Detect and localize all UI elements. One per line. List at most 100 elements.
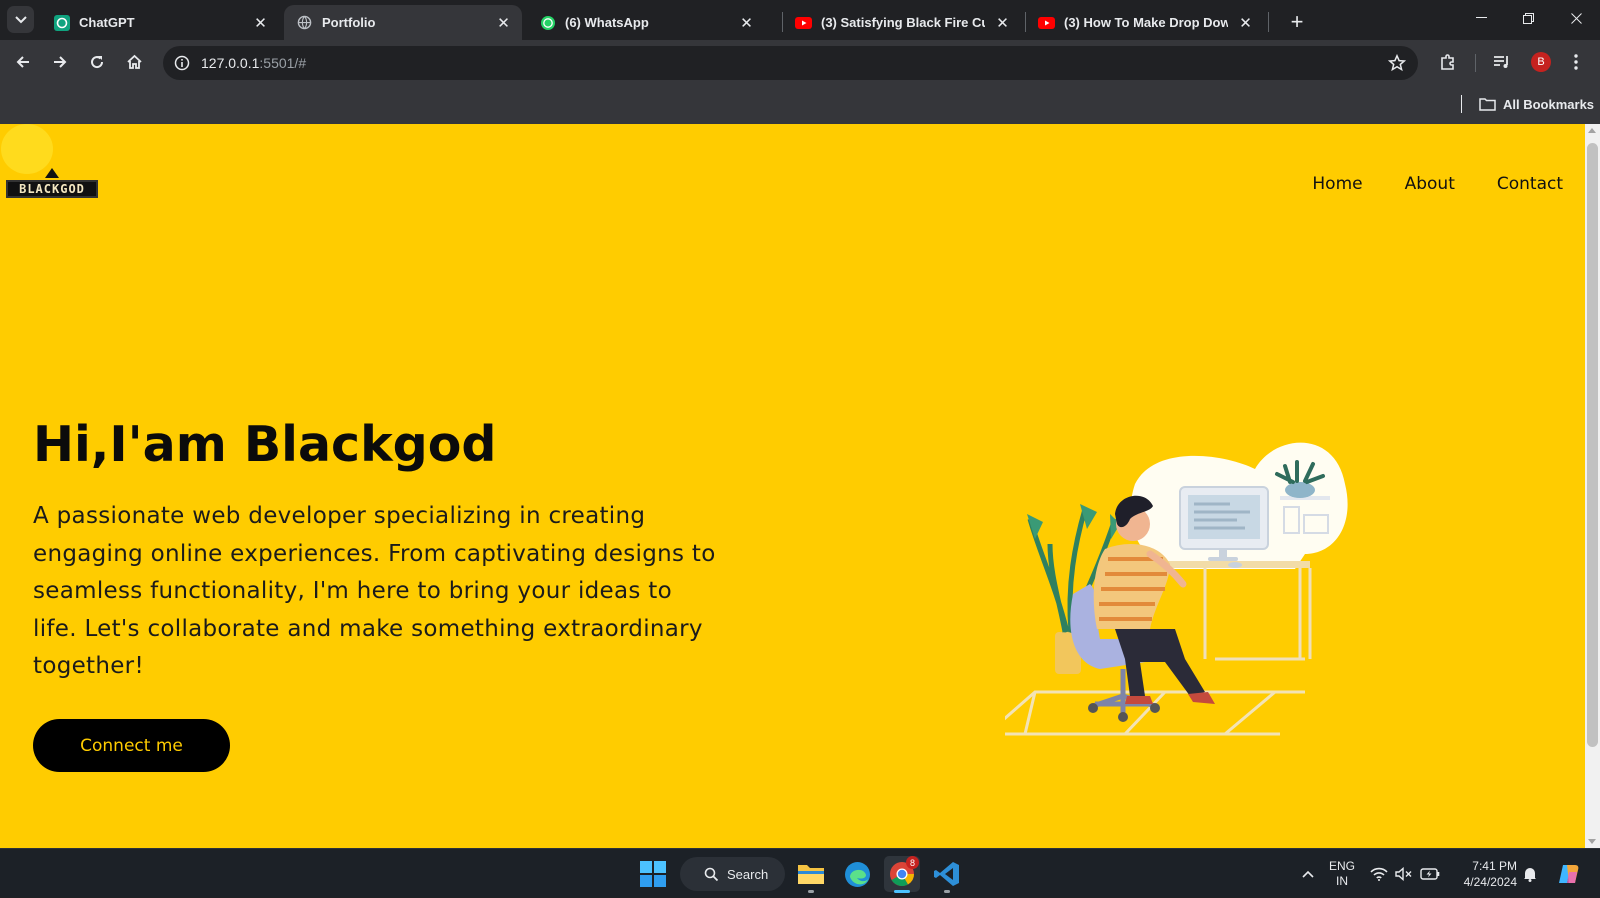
- bell-icon: [1524, 867, 1536, 882]
- close-window-button[interactable]: [1553, 0, 1599, 36]
- volume-muted-icon: [1395, 866, 1412, 881]
- bookmarks-bar: All Bookmarks: [0, 85, 1600, 124]
- show-hidden-icons-button[interactable]: [1296, 849, 1320, 898]
- minimize-button[interactable]: [1458, 0, 1504, 36]
- tab-whatsapp[interactable]: (6) WhatsApp ✕: [527, 5, 765, 40]
- tab-youtube-fire-cursor[interactable]: (3) Satisfying Black Fire Cursor ✕: [783, 5, 1021, 40]
- cursor-glow: [1, 124, 53, 174]
- restore-icon: [1522, 12, 1534, 24]
- tab-title: ChatGPT: [79, 15, 135, 30]
- reload-icon: [91, 56, 104, 69]
- start-button[interactable]: [635, 856, 671, 892]
- vertical-scrollbar[interactable]: [1585, 124, 1600, 848]
- language-indicator[interactable]: ENG IN: [1327, 859, 1357, 889]
- taskbar-edge[interactable]: [839, 856, 875, 892]
- youtube-icon: [1038, 14, 1055, 31]
- arrow-left-icon: [16, 56, 29, 68]
- taskbar-clock[interactable]: 7:41 PM 4/24/2024: [1447, 858, 1517, 890]
- restore-button[interactable]: [1505, 0, 1551, 36]
- running-indicator: [944, 890, 950, 893]
- site-logo[interactable]: BLACKGOD: [6, 168, 98, 198]
- forward-button[interactable]: [44, 46, 76, 78]
- bookmark-star-icon[interactable]: [1386, 52, 1408, 74]
- address-bar[interactable]: 127.0.0.1:5501/#: [163, 46, 1418, 80]
- bookmarks-divider: [1461, 95, 1462, 113]
- logo-text: BLACKGOD: [19, 182, 85, 196]
- windows-taskbar: Search 8 ENG IN 7:41 PM 4/24/2024: [0, 848, 1600, 897]
- clock-date: 4/24/2024: [1463, 875, 1517, 889]
- tab-portfolio[interactable]: Portfolio ✕: [284, 5, 522, 40]
- notifications-button[interactable]: [1519, 849, 1541, 898]
- developer-illustration: [1005, 442, 1348, 736]
- tab-strip: ChatGPT ✕ Portfolio ✕ (6) WhatsApp ✕ (3)…: [0, 0, 1600, 40]
- scrollbar-thumb[interactable]: [1587, 143, 1598, 747]
- new-tab-button[interactable]: +: [1283, 8, 1311, 36]
- taskbar-vscode[interactable]: [929, 856, 965, 893]
- copilot-button[interactable]: [1554, 849, 1584, 898]
- vscode-icon: [934, 862, 959, 886]
- puzzle-icon: [1441, 54, 1454, 70]
- clock-time: 7:41 PM: [1472, 859, 1517, 873]
- home-icon: [126, 54, 142, 69]
- volume-button[interactable]: [1392, 849, 1416, 898]
- folder-icon: [1479, 98, 1496, 111]
- whatsapp-icon: [539, 14, 556, 31]
- close-icon[interactable]: ✕: [1237, 14, 1254, 32]
- scroll-up-arrow-icon[interactable]: [1588, 128, 1596, 133]
- hero-title: Hi,I'am Blackgod: [33, 416, 497, 473]
- close-icon[interactable]: ✕: [495, 14, 512, 32]
- taskbar-search-label: Search: [727, 866, 769, 882]
- nav-home-link[interactable]: Home: [1312, 174, 1362, 194]
- all-bookmarks-label: All Bookmarks: [1503, 96, 1595, 112]
- arrow-right-icon: [54, 56, 67, 68]
- taskbar-chrome[interactable]: 8: [884, 856, 920, 893]
- scroll-down-arrow-icon[interactable]: [1588, 839, 1596, 844]
- copilot-icon: [1559, 864, 1579, 883]
- close-icon[interactable]: ✕: [738, 14, 755, 32]
- nav-contact-link[interactable]: Contact: [1497, 174, 1563, 194]
- chatgpt-icon: [53, 14, 70, 31]
- battery-button[interactable]: [1418, 849, 1442, 898]
- battery-charging-icon: [1420, 867, 1440, 880]
- tab-title: (3) How To Make Drop Down Menu: [1064, 15, 1228, 30]
- media-control-button[interactable]: [1487, 47, 1517, 77]
- taskbar-search[interactable]: Search: [680, 857, 785, 891]
- back-button[interactable]: [7, 46, 39, 78]
- home-button[interactable]: [118, 46, 150, 78]
- url-host: 127.0.0.1: [201, 55, 260, 71]
- notification-badge: 8: [906, 856, 919, 869]
- tab-chatgpt[interactable]: ChatGPT ✕: [41, 5, 279, 40]
- close-icon: [1570, 12, 1582, 24]
- folder-icon: [798, 865, 824, 884]
- tab-title: Portfolio: [322, 15, 376, 30]
- close-icon[interactable]: ✕: [994, 14, 1011, 32]
- hero-description: A passionate web developer specializing …: [33, 503, 716, 679]
- toolbar-divider: [1475, 54, 1476, 72]
- more-vertical-icon: [1574, 54, 1578, 70]
- connect-me-button[interactable]: Connect me: [33, 719, 230, 772]
- taskbar-file-explorer[interactable]: [793, 856, 829, 893]
- plus-icon: +: [1290, 9, 1304, 34]
- close-icon[interactable]: ✕: [252, 14, 269, 32]
- site-nav: Home About Contact: [1312, 174, 1563, 194]
- extensions-button[interactable]: [1433, 47, 1463, 77]
- playlist-icon: [1494, 56, 1508, 68]
- profile-button[interactable]: B: [1526, 47, 1556, 77]
- wifi-button[interactable]: [1367, 849, 1391, 898]
- tab-divider: [1268, 12, 1269, 32]
- avatar: B: [1531, 52, 1551, 72]
- reload-button[interactable]: [81, 46, 113, 78]
- region-code: IN: [1336, 874, 1348, 888]
- chevron-up-icon: [1302, 870, 1314, 878]
- browser-menu-button[interactable]: [1563, 47, 1589, 77]
- wifi-icon: [1370, 867, 1388, 881]
- nav-about-link[interactable]: About: [1405, 174, 1455, 194]
- site-info-icon[interactable]: [171, 52, 193, 74]
- tab-search-button[interactable]: [7, 6, 34, 33]
- all-bookmarks-button[interactable]: All Bookmarks: [1479, 94, 1594, 114]
- tab-youtube-dropdown[interactable]: (3) How To Make Drop Down Menu ✕: [1026, 5, 1264, 40]
- running-indicator: [894, 890, 910, 893]
- url-text[interactable]: 127.0.0.1:5501/#: [201, 55, 306, 71]
- url-path: :5501/#: [259, 55, 307, 71]
- tab-title: (6) WhatsApp: [565, 15, 649, 30]
